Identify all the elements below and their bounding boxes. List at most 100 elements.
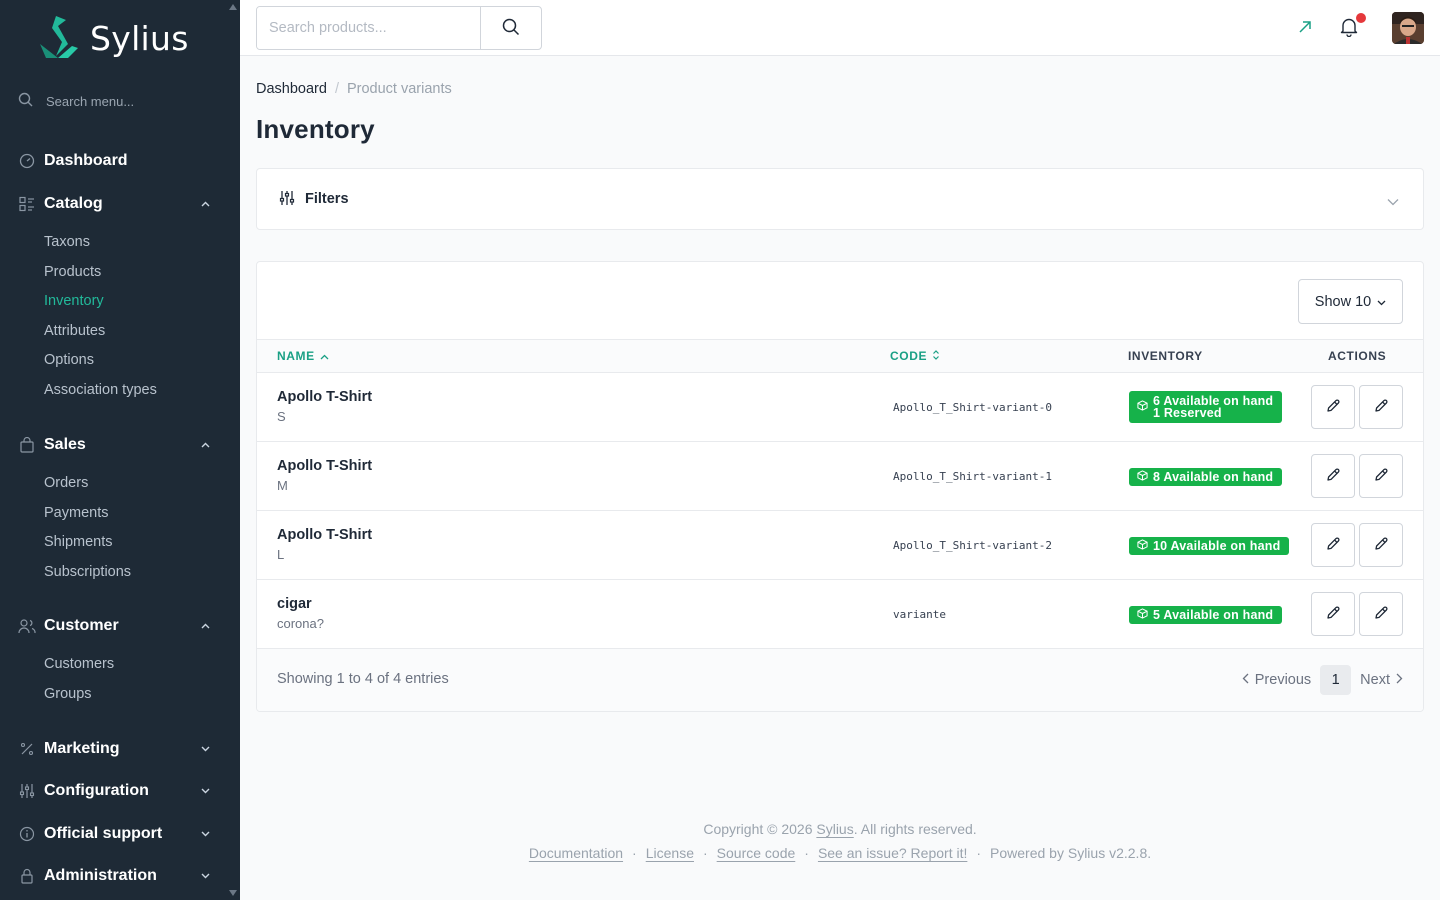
pagination-previous[interactable]: Previous [1242,672,1311,688]
footer-source-code-link[interactable]: Source code [717,845,796,861]
sidebar-item-inventory[interactable]: Inventory [0,287,240,317]
column-header-code[interactable]: CODE [890,340,940,372]
sort-both-icon [932,340,940,372]
pencil-icon [1325,467,1341,486]
catalog-submenu: Taxons Products Inventory Attributes Opt… [0,228,240,406]
sidebar-item-configuration[interactable]: Configuration [0,779,240,803]
pagination-page-1[interactable]: 1 [1320,665,1352,695]
variant-code: variante [893,608,946,621]
chevron-down-icon [1377,294,1386,310]
footer-separator: · [976,845,982,861]
edit-button[interactable] [1311,592,1355,636]
marketing-percent-icon [18,740,36,758]
edit-button[interactable] [1311,454,1355,498]
sidebar-item-taxons[interactable]: Taxons [0,228,240,258]
pagination-next[interactable]: Next [1360,672,1403,688]
menu-search [18,92,216,111]
sidebar-section-official-support: Official support [0,822,240,846]
menu-search-input[interactable] [46,94,216,109]
sidebar-item-subscriptions[interactable]: Subscriptions [0,558,240,588]
sidebar-item-administration[interactable]: Administration [0,864,240,888]
table-row: Apollo T-Shirt M Apollo_T_Shirt-variant-… [257,442,1423,511]
sidebar-item-dashboard[interactable]: Dashboard [0,149,240,173]
support-info-icon [18,825,36,843]
search-button[interactable] [480,7,541,49]
sidebar-item-marketing[interactable]: Marketing [0,737,240,761]
sidebar-item-customers[interactable]: Customers [0,650,240,680]
sidebar-item-label: Administration [44,867,157,884]
table-row: Apollo T-Shirt S Apollo_T_Shirt-variant-… [257,373,1423,442]
sidebar-item-catalog[interactable]: Catalog [0,192,240,216]
sidebar-item-groups[interactable]: Groups [0,680,240,710]
sidebar-scroll-up-arrow[interactable] [229,4,237,10]
footer-license-link[interactable]: License [646,845,694,861]
inventory-badge-lines: 6 Available on hand 1 Reserved [1153,394,1273,420]
search-icon [18,92,34,111]
sidebar-item-association-types[interactable]: Association types [0,376,240,406]
sidebar-item-attributes[interactable]: Attributes [0,317,240,347]
variant-product-name: cigar [277,596,312,612]
page-title: Inventory [256,114,375,144]
sidebar: Sylius Dashboard Catalog Taxons P [0,0,240,900]
column-header-name[interactable]: NAME [277,340,329,372]
show-per-page-dropdown[interactable]: Show 10 [1298,279,1403,324]
edit-product-button[interactable] [1359,523,1403,567]
edit-product-button[interactable] [1359,592,1403,636]
sidebar-item-payments[interactable]: Payments [0,499,240,529]
external-link-icon[interactable] [1298,20,1312,37]
sidebar-scroll-down-arrow[interactable] [229,890,237,896]
variant-code: Apollo_T_Shirt-variant-0 [893,401,1052,414]
entries-summary: Showing 1 to 4 of 4 entries [277,671,449,687]
pagination-previous-label: Previous [1254,672,1312,688]
breadcrumb-dashboard-link[interactable]: Dashboard [256,81,327,97]
edit-button[interactable] [1311,523,1355,567]
footer-separator: · [804,845,809,861]
inventory-badge: 5 Available on hand [1129,606,1283,624]
sidebar-item-options[interactable]: Options [0,346,240,376]
pencil-icon [1325,398,1341,417]
footer-powered-by: Powered by Sylius v2.2.8. [990,845,1152,861]
box-icon [1137,539,1148,553]
chevron-down-icon [200,829,210,839]
sidebar-item-orders[interactable]: Orders [0,469,240,499]
filters-panel-toggle[interactable]: Filters [256,168,1424,230]
table-footer: Showing 1 to 4 of 4 entries Previous 1 N… [257,649,1423,711]
pagination-next-label: Next [1360,672,1390,688]
edit-button[interactable] [1311,385,1355,429]
footer-report-issue-link[interactable]: See an issue? Report it! [818,845,967,861]
pencil-icon [1373,536,1389,555]
sylius-logo[interactable]: Sylius [38,14,189,63]
sidebar-item-label: Configuration [44,782,149,799]
sidebar-item-label: Customer [44,617,119,634]
sidebar-item-sales[interactable]: Sales [0,433,240,457]
box-icon [1137,470,1148,484]
copyright-prefix: Copyright © 2026 [703,821,813,837]
footer-links: Documentation · License · Source code · See an… [240,845,1440,861]
edit-product-button[interactable] [1359,385,1403,429]
dashboard-icon [18,152,36,170]
box-icon [1137,400,1148,414]
column-header-actions: ACTIONS [1328,349,1387,363]
copyright-suffix: . All rights reserved. [853,821,977,837]
product-search [256,6,542,50]
sidebar-section-catalog: Catalog Taxons Products Inventory Attrib… [0,192,240,406]
sidebar-item-official-support[interactable]: Official support [0,822,240,846]
sidebar-item-products[interactable]: Products [0,258,240,288]
column-header-code-label: CODE [890,349,928,363]
sidebar-item-customer[interactable]: Customer [0,614,240,638]
sidebar-item-shipments[interactable]: Shipments [0,528,240,558]
product-search-input[interactable] [257,7,480,49]
variant-code: Apollo_T_Shirt-variant-2 [893,539,1052,552]
sidebar-section-dashboard: Dashboard [0,149,240,173]
bell-icon[interactable] [1340,17,1358,40]
filter-sliders-icon [279,190,295,209]
footer-documentation-link[interactable]: Documentation [529,845,623,861]
avatar[interactable] [1392,12,1424,44]
pencil-icon [1373,467,1389,486]
footer-copyright: Copyright © 2026 Sylius. All rights rese… [240,821,1440,837]
box-icon [1137,608,1148,622]
footer-sylius-link[interactable]: Sylius [816,821,853,837]
edit-product-button[interactable] [1359,454,1403,498]
variant-option: corona? [277,616,324,631]
search-icon [502,18,520,39]
